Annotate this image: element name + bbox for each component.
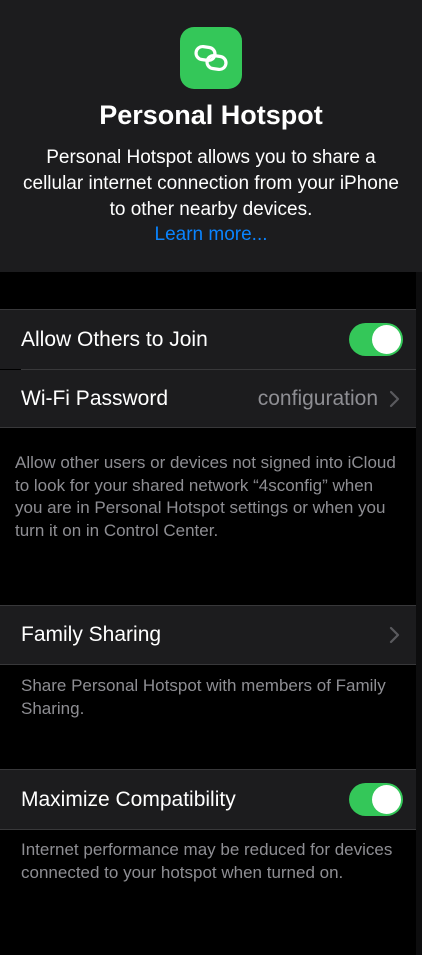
allow-others-label: Allow Others to Join (21, 328, 208, 351)
group-bottom-divider (0, 664, 416, 665)
maximize-compatibility-label: Maximize Compatibility (21, 788, 236, 811)
toggle-knob (372, 325, 401, 354)
family-sharing-note: Share Personal Hotspot with members of F… (21, 676, 386, 718)
chevron-right-icon (389, 626, 400, 644)
toggle-knob (372, 785, 401, 814)
group-bottom-divider (0, 829, 416, 830)
hotspot-header: Personal Hotspot Personal Hotspot allows… (0, 0, 422, 272)
learn-more-link[interactable]: Learn more... (0, 222, 422, 248)
maximize-compatibility-note: Internet performance may be reduced for … (21, 840, 393, 882)
family-sharing-row[interactable]: Family Sharing (0, 606, 416, 664)
link-chain-icon (180, 27, 242, 89)
chevron-right-icon (389, 390, 400, 408)
wifi-password-label: Wi-Fi Password (21, 387, 169, 410)
page-title: Personal Hotspot (99, 100, 323, 130)
allow-others-row[interactable]: Allow Others to Join (0, 310, 416, 369)
maximize-compatibility-toggle[interactable] (349, 783, 403, 816)
allow-others-toggle[interactable] (349, 323, 403, 356)
group-bottom-divider (0, 427, 416, 428)
wifi-password-value: configuration (257, 387, 378, 410)
scroll-indicator (416, 272, 422, 955)
allow-others-note: Allow other users or devices not signed … (15, 453, 396, 540)
maximize-compatibility-row[interactable]: Maximize Compatibility (0, 770, 416, 829)
family-sharing-label: Family Sharing (21, 623, 162, 646)
wifi-password-row[interactable]: Wi-Fi Password configuration (0, 370, 416, 427)
header-description: Personal Hotspot allows you to share a c… (23, 147, 399, 220)
